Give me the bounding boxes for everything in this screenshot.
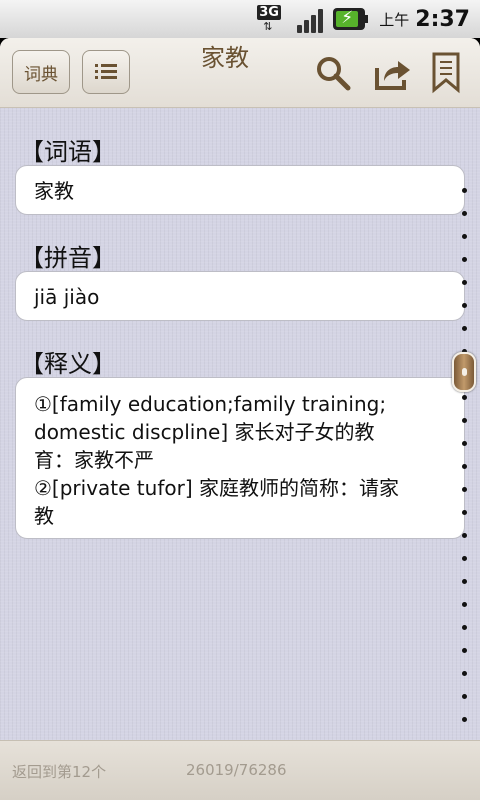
battery-charging-icon: ⚡ bbox=[333, 8, 369, 30]
share-icon[interactable] bbox=[374, 54, 412, 92]
toolbar: 词典 家教 bbox=[0, 38, 480, 108]
definition-line: ②[private tufor] 家庭教师的简称：请家 bbox=[34, 476, 399, 500]
rail-dot bbox=[462, 418, 467, 423]
rail-dot bbox=[462, 188, 467, 193]
rail-dot bbox=[462, 441, 467, 446]
entry-content[interactable]: 【词语】 家教 【拼音】 jiā jiào 【释义】 ①[family educ… bbox=[0, 108, 480, 740]
entry-position: 26019/76286 bbox=[186, 761, 287, 779]
rail-dot bbox=[462, 556, 467, 561]
dictionary-button-label: 词典 bbox=[24, 64, 58, 85]
word-field: 家教 bbox=[15, 165, 465, 215]
rail-dot bbox=[462, 326, 467, 331]
scroll-rail[interactable] bbox=[462, 188, 468, 728]
bookmark-icon[interactable] bbox=[428, 52, 464, 94]
rail-dot bbox=[462, 464, 467, 469]
dictionary-app: 词典 家教 【词语】 家教 【拼音】 jiā jiào 【释义】 ①[famil… bbox=[0, 38, 480, 800]
definition-line: domestic discpline] 家长对子女的教 bbox=[34, 420, 375, 444]
search-icon[interactable] bbox=[314, 54, 352, 92]
dictionary-button[interactable]: 词典 bbox=[12, 50, 70, 94]
signal-strength-icon bbox=[297, 5, 324, 33]
pinyin-field: jiā jiào bbox=[15, 271, 465, 321]
rail-dot bbox=[462, 717, 467, 722]
status-bar: 3G ⇅ ⚡ 上午 2:37 bbox=[0, 0, 480, 38]
rail-dot bbox=[462, 694, 467, 699]
rail-dot bbox=[462, 648, 467, 653]
rail-dot bbox=[462, 280, 467, 285]
clock-time: 2:37 bbox=[415, 6, 470, 32]
network-type-label: 3G bbox=[257, 5, 281, 20]
rail-dot bbox=[462, 671, 467, 676]
definition-line: 教 bbox=[34, 504, 54, 528]
clock-ampm: 上午 bbox=[379, 10, 410, 29]
page-title: 家教 bbox=[201, 44, 249, 72]
definition-line: ①[family education;family training; bbox=[34, 392, 387, 416]
data-arrows-icon: ⇅ bbox=[263, 20, 273, 33]
word-text: 家教 bbox=[34, 179, 74, 203]
pinyin-text: jiā jiào bbox=[34, 285, 100, 309]
rail-dot bbox=[462, 533, 467, 538]
rail-dot bbox=[462, 303, 467, 308]
scroll-thumb[interactable] bbox=[452, 352, 476, 392]
rail-dot bbox=[462, 625, 467, 630]
back-to-result-link[interactable]: 返回到第12个 bbox=[12, 761, 106, 782]
definition-line: 育：家教不严 bbox=[34, 448, 154, 472]
rail-dot bbox=[462, 211, 467, 216]
rail-dot bbox=[462, 257, 467, 262]
pinyin-heading: 【拼音】 bbox=[20, 244, 116, 272]
rail-dot bbox=[462, 579, 467, 584]
bottom-bar: 返回到第12个 26019/76286 bbox=[0, 740, 480, 800]
rail-dot bbox=[462, 510, 467, 515]
list-icon bbox=[95, 64, 117, 80]
definition-field: ①[family education;family training; dome… bbox=[15, 377, 465, 539]
rail-dot bbox=[462, 395, 467, 400]
rail-dot bbox=[462, 234, 467, 239]
list-button[interactable] bbox=[82, 50, 130, 94]
rail-dot bbox=[462, 487, 467, 492]
word-heading: 【词语】 bbox=[20, 138, 116, 166]
definition-heading: 【释义】 bbox=[20, 350, 116, 378]
rail-dot bbox=[462, 602, 467, 607]
network-3g-icon: 3G ⇅ bbox=[257, 4, 287, 34]
